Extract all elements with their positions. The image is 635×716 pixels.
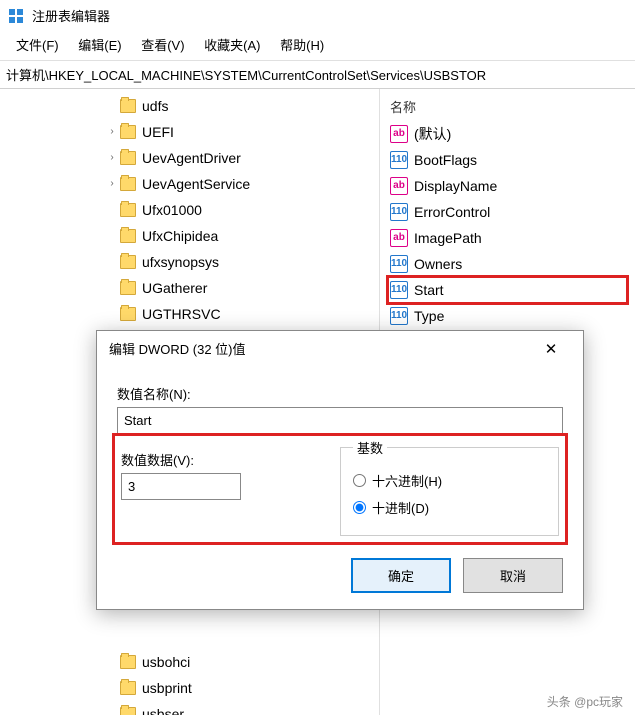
value-row-start[interactable]: 110 Start [388, 277, 627, 303]
value-row-errorcontrol[interactable]: 110 ErrorControl [388, 199, 627, 225]
tree-item-uefi[interactable]: › UEFI [0, 119, 379, 145]
value-row-bootflags[interactable]: 110 BootFlags [388, 147, 627, 173]
value-name: BootFlags [414, 150, 477, 170]
value-name: Start [414, 280, 444, 300]
tree-item-uevagentdriver[interactable]: › UevAgentDriver [0, 145, 379, 171]
value-data-label: 数值数据(V): [121, 450, 340, 469]
value-name: (默认) [414, 124, 451, 144]
dialog-titlebar: 编辑 DWORD (32 位)值 ✕ [97, 331, 583, 366]
dialog-title: 编辑 DWORD (32 位)值 [109, 339, 246, 358]
cancel-button[interactable]: 取消 [463, 558, 563, 593]
tree-item-udfs[interactable]: ›udfs [0, 93, 379, 119]
binary-value-icon: 110 [390, 307, 408, 325]
titlebar: 注册表编辑器 [0, 0, 635, 31]
base-fieldset: 基数 十六进制(H) 十进制(D) [340, 438, 559, 536]
column-header-name[interactable]: 名称 [388, 93, 627, 121]
tree-item-label: ufxsynopsys [142, 251, 219, 273]
tree-item-label: UEFI [142, 121, 174, 143]
string-value-icon: ab [390, 229, 408, 247]
folder-icon [120, 151, 136, 165]
folder-icon [120, 281, 136, 295]
chevron-right-icon[interactable]: › [106, 173, 118, 195]
value-name-label: 数值名称(N): [117, 384, 563, 403]
menu-fav[interactable]: 收藏夹(A) [196, 33, 268, 56]
chevron-right-icon[interactable]: › [106, 147, 118, 169]
folder-icon [120, 125, 136, 139]
radio-dec-label: 十进制(D) [372, 498, 429, 517]
base-legend: 基数 [353, 438, 387, 457]
value-row-displayname[interactable]: ab DisplayName [388, 173, 627, 199]
radio-dec[interactable] [353, 501, 366, 514]
string-value-icon: ab [390, 177, 408, 195]
tree-item-label: UGatherer [142, 277, 207, 299]
tree-item-usbprint[interactable]: ›usbprint [0, 675, 379, 701]
folder-icon [120, 177, 136, 191]
tree-item-label: usbser [142, 703, 184, 715]
tree-item-label: UGTHRSVC [142, 303, 221, 325]
value-name: ErrorControl [414, 202, 490, 222]
close-icon[interactable]: ✕ [531, 340, 571, 358]
value-row-type[interactable]: 110 Type [388, 303, 627, 329]
app-icon [8, 8, 24, 24]
tree-item-label: UevAgentService [142, 173, 250, 195]
tree-item-label: usbprint [142, 677, 192, 699]
menubar: 文件(F) 编辑(E) 查看(V) 收藏夹(A) 帮助(H) [0, 31, 635, 61]
menu-help[interactable]: 帮助(H) [272, 33, 332, 56]
watermark: 头条 @pc玩家 [547, 693, 623, 710]
menu-file[interactable]: 文件(F) [8, 33, 67, 56]
tree-item-ugatherer[interactable]: ›UGatherer [0, 275, 379, 301]
binary-value-icon: 110 [390, 255, 408, 273]
value-name: Owners [414, 254, 462, 274]
folder-icon [120, 655, 136, 669]
value-row-imagepath[interactable]: ab ImagePath [388, 225, 627, 251]
tree-item-label: Ufx01000 [142, 199, 202, 221]
tree-item-label: UevAgentDriver [142, 147, 241, 169]
address-bar[interactable]: 计算机\HKEY_LOCAL_MACHINE\SYSTEM\CurrentCon… [0, 61, 635, 89]
tree-item-label: udfs [142, 95, 168, 117]
tree-item-ufxchipidea[interactable]: ›UfxChipidea [0, 223, 379, 249]
value-name-input[interactable] [117, 407, 563, 434]
value-row-(默认)[interactable]: ab (默认) [388, 121, 627, 147]
chevron-right-icon[interactable]: › [106, 121, 118, 143]
folder-icon [120, 707, 136, 715]
tree-item-ufxsynopsys[interactable]: ›ufxsynopsys [0, 249, 379, 275]
binary-value-icon: 110 [390, 281, 408, 299]
binary-value-icon: 110 [390, 151, 408, 169]
folder-icon [120, 307, 136, 321]
value-data-input[interactable] [121, 473, 241, 500]
tree-item-ugthrsvc[interactable]: ›UGTHRSVC [0, 301, 379, 327]
binary-value-icon: 110 [390, 203, 408, 221]
menu-view[interactable]: 查看(V) [133, 33, 192, 56]
menu-edit[interactable]: 编辑(E) [70, 33, 129, 56]
tree-item-usbser[interactable]: ›usbser [0, 701, 379, 715]
tree-item-ufx01000[interactable]: ›Ufx01000 [0, 197, 379, 223]
folder-icon [120, 203, 136, 217]
folder-icon [120, 255, 136, 269]
string-value-icon: ab [390, 125, 408, 143]
value-name: DisplayName [414, 176, 497, 196]
value-name: ImagePath [414, 228, 482, 248]
radio-hex-label: 十六进制(H) [372, 471, 442, 490]
tree-item-uevagentservice[interactable]: › UevAgentService [0, 171, 379, 197]
folder-icon [120, 229, 136, 243]
ok-button[interactable]: 确定 [351, 558, 451, 593]
window-title: 注册表编辑器 [32, 6, 110, 25]
folder-icon [120, 99, 136, 113]
radio-hex[interactable] [353, 474, 366, 487]
tree-item-label: UfxChipidea [142, 225, 218, 247]
tree-item-usbohci[interactable]: ›usbohci [0, 649, 379, 675]
tree-item-label: usbohci [142, 651, 190, 673]
edit-dword-dialog: 编辑 DWORD (32 位)值 ✕ 数值名称(N): 数值数据(V): 基数 … [96, 330, 584, 610]
value-row-owners[interactable]: 110 Owners [388, 251, 627, 277]
value-name: Type [414, 306, 444, 326]
folder-icon [120, 681, 136, 695]
